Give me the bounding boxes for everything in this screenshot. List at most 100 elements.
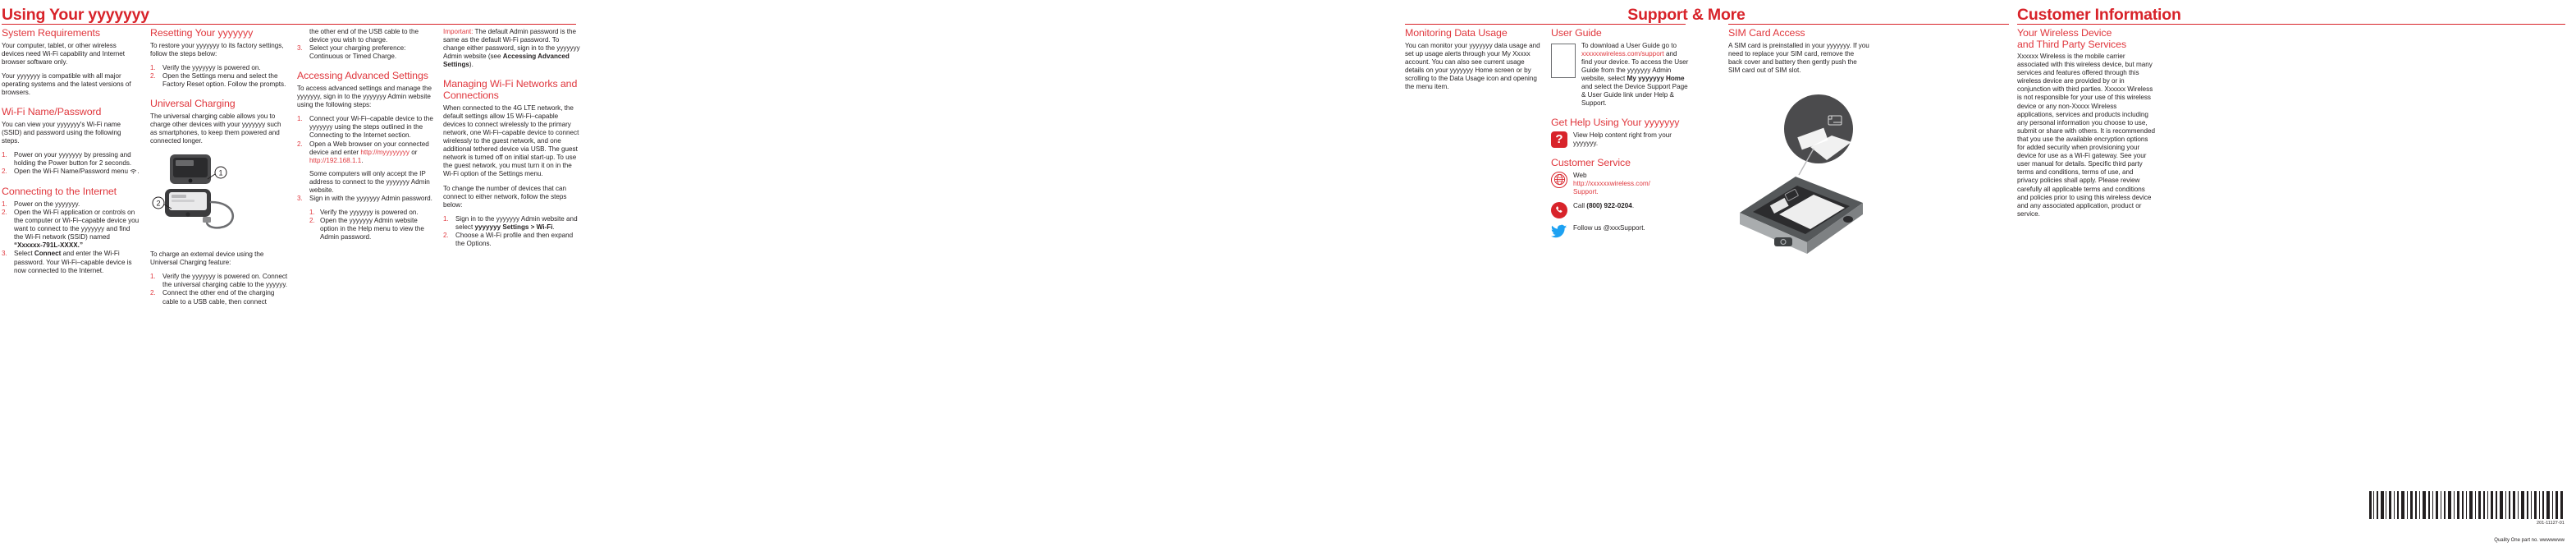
list-item: Verify the yyyyyyy is powered on. <box>309 209 419 217</box>
list-advanced-steps: Connect your Wi-Fi–capable device to the… <box>297 115 435 203</box>
column-managing-wifi: Important: The default Admin password is… <box>443 28 581 254</box>
connect-label: Connect <box>34 250 62 258</box>
follow-label: Follow us <box>1573 224 1604 232</box>
admin-url-ip[interactable]: http://192.168.1.1 <box>309 157 361 164</box>
column-monitoring-data-usage: Monitoring Data Usage You can monitor yo… <box>1405 27 1543 97</box>
period: . <box>552 223 555 231</box>
phone-icon <box>1551 202 1567 218</box>
support-phone-number[interactable]: (800) 922-0204 <box>1586 202 1632 209</box>
important-label: Important: <box>443 28 474 35</box>
text-sim-card: A SIM card is preinstalled in your yyyyy… <box>1728 41 1869 74</box>
heading-system-requirements: System Requirements <box>2 27 100 39</box>
heading-resetting: Resetting Your yyyyyyy <box>150 27 254 39</box>
svg-text:2: 2 <box>156 200 160 208</box>
heading-wireless-device-line1: Your Wireless Device <box>2017 27 2112 39</box>
banner-using-section: Using Your yyyyyyy <box>0 7 581 23</box>
web-label: Web <box>1573 171 1587 179</box>
list-wifi-steps: Power on your yyyyyyy by pressing and ho… <box>2 151 140 177</box>
get-help-row: ? View Help content right from your yyyy… <box>1551 131 1689 148</box>
column-system-requirements: System Requirements Your computer, table… <box>2 27 140 281</box>
list-item: Select your charging preference: Continu… <box>297 44 406 61</box>
important-tail: ). <box>469 61 474 69</box>
user-guide-row: To download a User Guide go to xxxxxxwir… <box>1551 42 1689 108</box>
text-charging-2: To charge an external device using the U… <box>150 251 264 267</box>
heading-connecting-internet: Connecting to the Internet <box>2 186 117 198</box>
text-get-help: View Help content right from your yyyyyy… <box>1573 131 1672 148</box>
column-customer-information: Your Wireless Device and Third Party Ser… <box>2017 28 2155 224</box>
quick-start-guide-page: Using Your yyyyyyy Support & More Custom… <box>0 0 2576 547</box>
period: . <box>361 156 364 164</box>
text-reset-intro: To restore your yyyyyyy to its factory s… <box>150 41 284 57</box>
my-home-label: My yyyyyyy Home <box>1627 74 1685 82</box>
text-follow-support: Follow us @xxxSupport. <box>1573 224 1645 232</box>
support-url[interactable]: xxxxxxwireless.com/support <box>1581 50 1664 57</box>
heading-wifi-name-password: Wi-Fi Name/Password <box>2 106 102 118</box>
web-support-url-line1[interactable]: http://xxxxxxwireless.com/ <box>1573 180 1650 187</box>
barcode-block: 201-11127-01 <box>2368 491 2565 526</box>
guide-text-a: To download a User Guide go to <box>1581 41 1677 49</box>
list-item: Power on your yyyyyyy by pressing and ho… <box>2 151 132 168</box>
part-number: 201-11127-01 <box>2537 521 2565 526</box>
ssid-value: “Xxxxxx-791L-XXXX.” <box>14 241 84 250</box>
heading-sim-card-access: SIM Card Access <box>1728 27 1805 39</box>
text-advanced-intro: To access advanced settings and manage t… <box>297 84 432 109</box>
banner-using-title: Using Your yyyyyyy <box>2 6 149 24</box>
list-advanced-substeps: Verify the yyyyyyy is powered on. Open t… <box>309 209 435 241</box>
text-charging-continued: the other end of the USB cable to the de… <box>309 28 419 44</box>
heading-user-guide: User Guide <box>1551 27 1602 39</box>
follow-support-row: Follow us @xxxSupport. <box>1551 224 1689 243</box>
list-item: Sign in to the yyyyyyy Admin website and… <box>443 215 581 232</box>
list-managing-steps: Sign in to the yyyyyyy Admin website and… <box>443 215 581 248</box>
text-user-guide: To download a User Guide go to xxxxxxwir… <box>1581 42 1689 108</box>
heading-get-help: Get Help Using Your yyyyyyy <box>1551 117 1680 129</box>
list-reset-steps: Verify the yyyyyyy is powered on. Open t… <box>150 64 288 89</box>
call-support-row: Call (800) 922-0204. <box>1551 202 1689 218</box>
list-item: Connect the other end of the charging ca… <box>150 289 275 306</box>
text-web-support: Web http://xxxxxxwireless.com/ Support. <box>1573 172 1650 196</box>
rule-support-right <box>1728 24 2009 25</box>
heading-monitoring-data-usage: Monitoring Data Usage <box>1405 27 1508 39</box>
period: . <box>1643 224 1645 232</box>
heading-wireless-device-line2: and Third Party Services <box>2017 39 2127 50</box>
list-item: Verify the yyyyyyy is powered on. <box>150 63 261 72</box>
document-icon <box>1551 42 1576 78</box>
illustration-sim-card-access <box>1728 90 1869 258</box>
period: . <box>1631 202 1635 209</box>
text-managing-1: When connected to the 4G LTE network, th… <box>443 103 579 178</box>
text-monitoring: You can monitor your yyyyyyy data usage … <box>1405 41 1540 91</box>
banner-customer-title: Customer Information <box>2017 6 2181 24</box>
heading-universal-charging: Universal Charging <box>150 98 236 110</box>
list-connect-steps: Power on the yyyyyyy. Open the Wi-Fi app… <box>2 200 140 275</box>
illustration-universal-charging: 1 2 <box>150 151 288 244</box>
list-item: Verify the yyyyyyy is powered on. Connec… <box>150 273 288 289</box>
web-support-row: Web http://xxxxxxwireless.com/ Support. <box>1551 171 1689 196</box>
list-item: Choose a Wi-Fi profile and then expand t… <box>443 231 574 248</box>
banner-customer-section: Customer Information <box>2017 7 2567 23</box>
column-resetting: Resetting Your yyyyyyy To restore your y… <box>150 27 288 312</box>
list-item: Open the yyyyyyy Admin website option in… <box>309 217 424 241</box>
web-support-url-line2[interactable]: Support. <box>1573 188 1599 195</box>
heading-managing-wifi: Managing Wi-Fi Networks and Connections <box>443 78 578 102</box>
call-label: Call <box>1573 202 1587 209</box>
support-twitter-handle[interactable]: @xxxSupport <box>1604 224 1644 232</box>
text-system-req-2: Your yyyyyyy is compatible with all majo… <box>2 71 131 97</box>
text-advanced-note: Some computers will only accept the IP a… <box>309 169 430 194</box>
list-charging-steps-continued: Select your charging preference: Continu… <box>297 44 435 61</box>
list-item: Select Connect and enter the Wi-Fi passw… <box>2 250 140 274</box>
column-advanced-settings: the other end of the USB cable to the de… <box>297 28 435 245</box>
list-item: Sign in with the yyyyyyy Admin password. <box>297 195 432 203</box>
twitter-icon <box>1551 224 1567 243</box>
column-user-guide: User Guide To download a User Guide go t… <box>1551 27 1689 249</box>
text-customer-information: Xxxxxx Wireless is the mobile carrier as… <box>2017 53 2155 218</box>
question-mark-icon: ? <box>1551 131 1567 148</box>
barcode-image <box>2368 491 2565 519</box>
admin-url-hostname[interactable]: http://myyyyyyyy <box>360 149 410 156</box>
column-sim-card-access: SIM Card Access A SIM card is preinstall… <box>1728 27 1869 264</box>
list-item: Open a Web browser on your connected dev… <box>297 140 435 195</box>
list-item: Open the Settings menu and select the Fa… <box>150 71 286 88</box>
banner-support-section: Support & More <box>1399 7 1974 23</box>
banner-support-title: Support & More <box>1627 6 1746 24</box>
list-item-text: Open the Wi-Fi application or controls o… <box>14 209 140 241</box>
quality-footer-line: Quality One part no. wwwwwww <box>2494 538 2565 543</box>
text-call-support: Call (800) 922-0204. <box>1573 202 1634 210</box>
